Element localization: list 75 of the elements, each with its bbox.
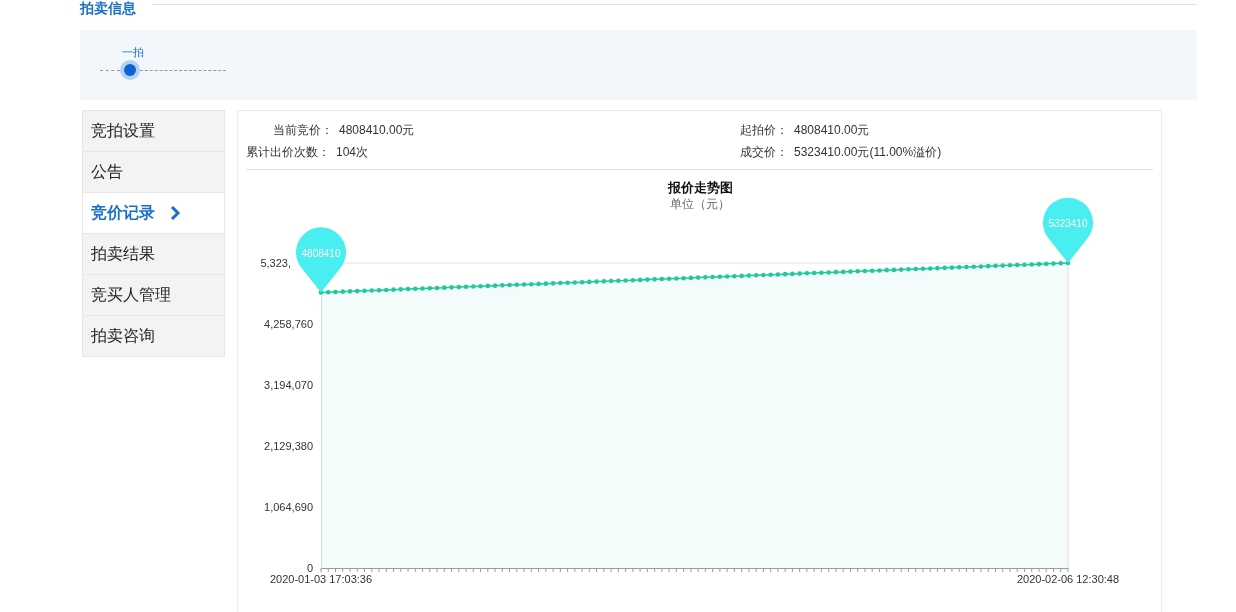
data-point: [848, 269, 853, 274]
y-tick-label: 5,323,: [260, 257, 291, 269]
field-label: 累计出价次数：: [246, 144, 330, 161]
sidebar-item[interactable]: 拍卖结果: [83, 234, 224, 275]
section-title: 拍卖信息: [80, 0, 137, 16]
data-point: [884, 267, 889, 273]
field-value: 4808410.00元: [794, 122, 870, 139]
data-point: [529, 281, 534, 287]
y-tick-label: 2,129,380: [264, 440, 313, 452]
data-point: [710, 274, 715, 280]
data-point: [449, 285, 454, 290]
x-tick-label: 2020-01-03 17:03:36: [269, 573, 373, 585]
data-point: [558, 280, 563, 286]
sidebar-item[interactable]: 竞价记录: [83, 193, 224, 234]
data-point: [768, 272, 773, 278]
data-point: [993, 263, 998, 269]
data-point: [391, 287, 396, 292]
x-tick-label: 2020-02-06 12:30:48: [1016, 573, 1120, 585]
data-point: [906, 267, 911, 272]
field-label: 起拍价：: [740, 122, 788, 139]
step-dot[interactable]: [124, 64, 136, 76]
data-point: [1051, 261, 1056, 266]
field-label: 当前竞价：: [273, 122, 333, 139]
value-pin: 5323410: [1043, 197, 1093, 263]
data-point: [732, 273, 737, 279]
data-point: [964, 264, 969, 270]
data-point: [942, 265, 947, 271]
data-point: [420, 286, 425, 291]
data-point: [739, 273, 744, 279]
data-point: [442, 285, 447, 290]
data-point: [652, 277, 657, 282]
data-point: [594, 279, 599, 284]
y-tick-label: 0: [306, 562, 313, 574]
data-point: [674, 276, 679, 281]
data-point: [761, 272, 766, 278]
data-point: [703, 275, 708, 280]
value-pin: 4808410: [296, 227, 346, 293]
data-point: [913, 266, 918, 272]
sidebar-item[interactable]: 拍卖咨询: [83, 316, 224, 356]
sidebar-item[interactable]: 竞拍设置: [83, 111, 224, 152]
data-point: [826, 270, 831, 275]
data-point: [478, 283, 483, 289]
field-value: 5323410.00元(11.00%溢价): [794, 144, 942, 161]
data-point: [623, 278, 628, 283]
data-point: [645, 277, 650, 282]
data-point: [587, 279, 592, 285]
data-point: [971, 264, 976, 270]
data-point: [797, 271, 802, 276]
data-point: [681, 275, 686, 281]
y-tick-label: 4,258,760: [264, 318, 313, 330]
sidebar-item[interactable]: 竞买人管理: [83, 275, 224, 316]
data-point: [935, 265, 940, 271]
data-point: [507, 282, 512, 288]
step-label[interactable]: 一拍: [122, 46, 144, 58]
field-value: 104次: [336, 144, 369, 161]
data-point: [536, 281, 541, 287]
data-point: [500, 283, 505, 288]
field-label: 成交价：: [740, 144, 788, 161]
field-value: 4808410.00元: [339, 122, 415, 139]
chart-subtitle: 单位（元）: [670, 197, 730, 211]
y-tick-label: 3,194,070: [264, 379, 313, 391]
data-point: [333, 289, 338, 295]
data-point: [471, 284, 476, 289]
chevron-icon: [169, 206, 181, 220]
data-point: [362, 288, 367, 294]
data-point: [413, 286, 418, 292]
data-point: [877, 268, 882, 273]
y-tick-label: 1,064,690: [264, 501, 313, 513]
chart-title: 报价走势图: [667, 180, 733, 195]
data-point: [1022, 262, 1027, 267]
data-point: [565, 280, 570, 286]
data-point: [855, 269, 860, 274]
data-point: [819, 270, 824, 276]
data-point: [616, 278, 621, 284]
data-point: [790, 271, 795, 277]
